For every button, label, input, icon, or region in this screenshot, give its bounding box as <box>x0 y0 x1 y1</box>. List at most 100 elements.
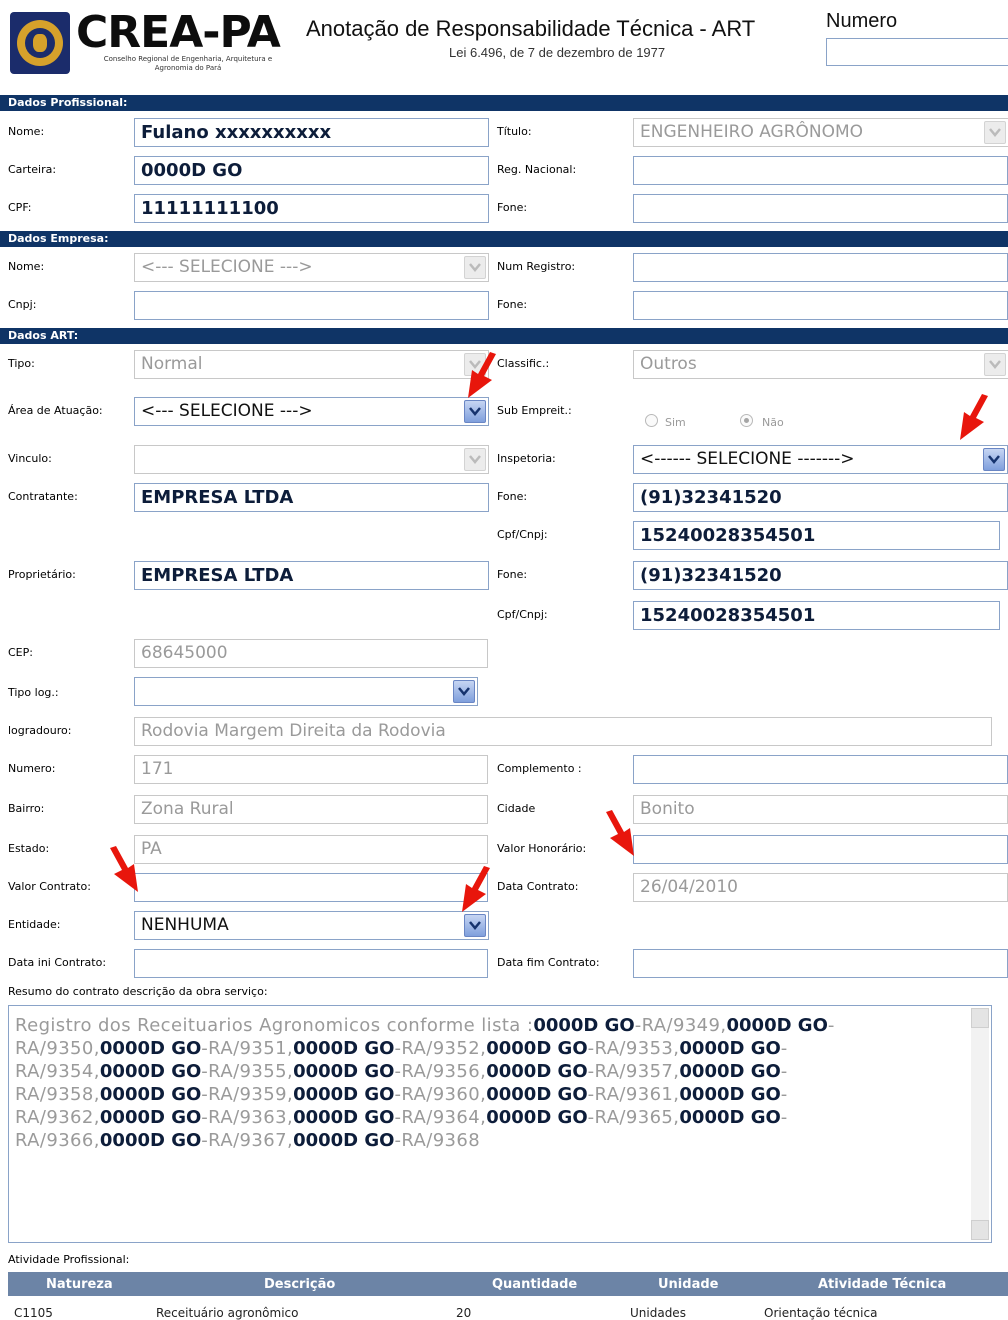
carteira-input[interactable]: 0000D GO <box>134 156 489 185</box>
fone-empresa-label: Fone: <box>497 298 528 311</box>
resumo-code: 0000D GO <box>486 1084 588 1105</box>
resumo-textarea[interactable]: Registro dos Receituarios Agronomicos co… <box>8 1005 992 1243</box>
classific-select[interactable]: Outros <box>633 350 1008 379</box>
empresa-nome-value: <--- SELECIONE ---> <box>141 257 313 277</box>
sub-empreit-sim-label: Sim <box>665 416 686 429</box>
inspetoria-value: <------ SELECIONE -------> <box>640 449 855 469</box>
cnpj-input[interactable] <box>134 291 489 320</box>
cpf-input[interactable]: 11111111100 <box>134 194 489 223</box>
data-ini-contrato-label: Data ini Contrato: <box>8 956 107 969</box>
contratante-input[interactable]: EMPRESA LTDA <box>134 483 489 512</box>
resumo-code: 0000D GO <box>486 1038 588 1059</box>
data-ini-contrato-input[interactable] <box>134 949 488 978</box>
resumo-code: 0000D GO <box>293 1130 395 1151</box>
fone-proprietario-label: Fone: <box>497 568 528 581</box>
classific-label: Classific.: <box>497 357 550 370</box>
resumo-code: 0000D GO <box>99 1061 202 1082</box>
sub-empreit-sim-radio[interactable] <box>645 414 658 427</box>
estado-input[interactable]: PA <box>134 835 488 864</box>
resumo-item: -RA/9352, <box>394 1038 487 1059</box>
col-unidade: Unidade <box>658 1277 719 1292</box>
resumo-code: 0000D GO <box>679 1084 781 1105</box>
vinculo-select[interactable] <box>134 445 489 474</box>
scroll-down-icon[interactable] <box>971 1220 989 1240</box>
resumo-code: 0000D GO <box>486 1061 588 1082</box>
section-dados-empresa: Dados Empresa: <box>0 231 1008 247</box>
tipo-value: Normal <box>141 354 203 374</box>
section-dados-profissional: Dados Profissional: <box>0 95 1008 111</box>
cidade-label: Cidade <box>497 802 536 815</box>
red-arrow-entidade-icon <box>462 866 490 912</box>
valor-contrato-input[interactable] <box>134 873 488 902</box>
resumo-item: -RA/9363, <box>201 1107 294 1128</box>
resumo-code: 0000D GO <box>679 1061 781 1082</box>
reg-nacional-label: Reg. Nacional: <box>497 163 577 176</box>
fone-proprietario-input[interactable]: (91)32341520 <box>633 561 1008 590</box>
resumo-item: -RA/9367, <box>201 1130 294 1151</box>
fone-contratante-input[interactable]: (91)32341520 <box>633 483 1008 512</box>
proprietario-label: Proprietário: <box>8 568 76 581</box>
bairro-input[interactable]: Zona Rural <box>134 795 488 824</box>
brand-subtitle: Conselho Regional de Engenharia, Arquite… <box>103 55 273 72</box>
red-arrow-inspetoria-icon <box>960 394 988 440</box>
nome-profissional-input[interactable]: Fulano xxxxxxxxxx <box>134 118 489 147</box>
data-contrato-input[interactable]: 26/04/2010 <box>633 873 1008 902</box>
numero-label: Numero <box>826 10 898 32</box>
chevron-down-icon[interactable] <box>453 680 475 703</box>
entidade-select[interactable]: NENHUMA <box>134 911 489 940</box>
chevron-down-icon[interactable] <box>464 400 486 423</box>
vinculo-label: Vinculo: <box>8 452 52 465</box>
atividade-table-header: Natureza Descrição Quantidade Unidade At… <box>8 1272 1008 1296</box>
nome-label: Nome: <box>8 125 45 138</box>
empresa-nome-select[interactable]: <--- SELECIONE ---> <box>134 253 489 282</box>
resumo-item: -RA/9361, <box>587 1084 680 1105</box>
chevron-down-icon[interactable] <box>464 914 486 937</box>
chevron-down-icon[interactable] <box>983 448 1005 471</box>
num-registro-input[interactable] <box>633 253 1008 282</box>
resumo-code: 0000D GO <box>726 1015 828 1036</box>
numero-endereco-input[interactable]: 171 <box>134 755 488 784</box>
valor-contrato-label: Valor Contrato: <box>8 880 91 893</box>
proprietario-input[interactable]: EMPRESA LTDA <box>134 561 489 590</box>
area-atuacao-select[interactable]: <--- SELECIONE ---> <box>134 397 489 426</box>
titulo-select[interactable]: ENGENHEIRO AGRÔNOMO <box>633 118 1008 147</box>
fone-contratante-label: Fone: <box>497 490 528 503</box>
data-contrato-label: Data Contrato: <box>497 880 579 893</box>
tipo-log-select[interactable] <box>134 677 478 706</box>
cep-label: CEP: <box>8 646 33 659</box>
area-atuacao-label: Área de Atuação: <box>8 404 103 417</box>
scroll-up-icon[interactable] <box>971 1008 989 1028</box>
row-unidade: Unidades <box>630 1306 686 1320</box>
complemento-input[interactable] <box>633 755 1008 784</box>
cpfcnpj-contratante-input[interactable]: 15240028354501 <box>633 521 1000 550</box>
logradouro-input[interactable]: Rodovia Margem Direita da Rodovia <box>134 717 992 746</box>
cnpj-label: Cnpj: <box>8 298 37 311</box>
red-arrow-area-icon <box>468 352 496 398</box>
resumo-item: -RA/9359, <box>201 1084 294 1105</box>
tipo-select[interactable]: Normal <box>134 350 489 379</box>
inspetoria-select[interactable]: <------ SELECIONE -------> <box>633 445 1008 474</box>
row-descricao: Receituário agronômico <box>156 1306 299 1320</box>
valor-honorario-input[interactable] <box>633 835 1008 864</box>
cep-input[interactable]: 68645000 <box>134 639 488 668</box>
crea-seal-logo <box>10 12 70 74</box>
num-registro-label: Num Registro: <box>497 260 576 273</box>
fone-profissional-label: Fone: <box>497 201 528 214</box>
resumo-text: Registro dos Receituarios Agronomicos co… <box>15 1014 915 1152</box>
sub-empreit-label: Sub Empreit.: <box>497 404 572 417</box>
sub-empreit-nao-radio[interactable] <box>740 414 753 427</box>
data-fim-contrato-label: Data fim Contrato: <box>497 956 600 969</box>
resumo-code: 0000D GO <box>533 1015 635 1036</box>
resumo-item: -RA/9368 <box>394 1130 481 1151</box>
cpfcnpj-proprietario-input[interactable]: 15240028354501 <box>633 601 1000 630</box>
numero-input[interactable] <box>826 38 1008 66</box>
reg-nacional-input[interactable] <box>633 156 1008 185</box>
data-fim-contrato-input[interactable] <box>633 949 1008 978</box>
fone-empresa-input[interactable] <box>633 291 1008 320</box>
fone-profissional-input[interactable] <box>633 194 1008 223</box>
bairro-label: Bairro: <box>8 802 45 815</box>
resumo-item: -RA/9355, <box>201 1061 294 1082</box>
resumo-code: 0000D GO <box>99 1038 202 1059</box>
cidade-input[interactable]: Bonito <box>633 795 1008 824</box>
resumo-scrollbar[interactable] <box>971 1008 989 1240</box>
